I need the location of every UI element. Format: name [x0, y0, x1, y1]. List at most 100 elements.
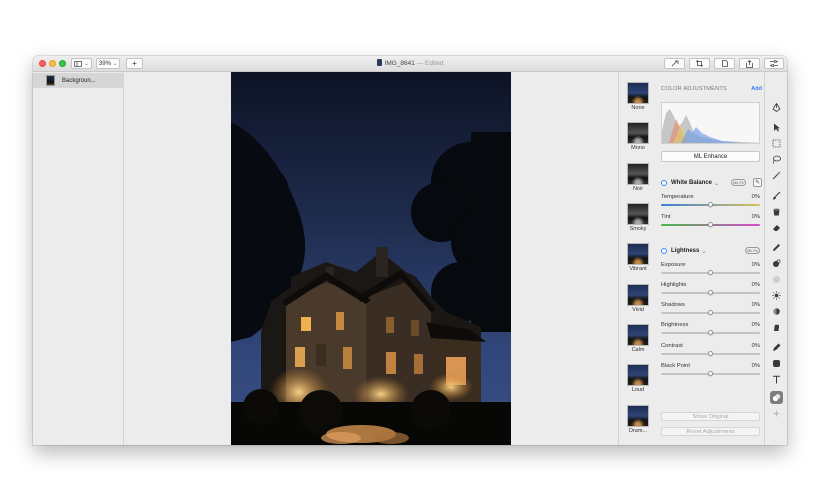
- canvas-area[interactable]: [124, 72, 618, 445]
- color-adjust-icon[interactable]: [770, 391, 783, 404]
- preset-vibrant[interactable]: Vibrant: [627, 243, 649, 272]
- slider-label: Black Point: [661, 363, 690, 369]
- blur-icon[interactable]: [770, 273, 783, 286]
- burn-icon[interactable]: [770, 305, 783, 318]
- slider-knob[interactable]: [708, 202, 713, 207]
- lightness-toggle[interactable]: [661, 248, 667, 254]
- white-balance-title: White Balance: [671, 180, 713, 186]
- layer-name: Backgroun...: [62, 77, 96, 84]
- share-button[interactable]: [739, 58, 760, 69]
- preset-loud[interactable]: Loud: [627, 364, 649, 393]
- slider-label: Temperature: [661, 194, 694, 200]
- pencil-icon[interactable]: [770, 241, 783, 254]
- preset-thumbnail: [627, 163, 649, 185]
- preset-label: Mono: [631, 145, 645, 151]
- brush-icon: [671, 60, 678, 67]
- preset-thumbnail: [627, 364, 649, 386]
- exposure-slider[interactable]: Exposure 0%: [661, 262, 762, 279]
- preset-smoky[interactable]: Smoky: [627, 203, 649, 232]
- preset-thumbnail: [627, 405, 649, 427]
- slider-knob[interactable]: [708, 330, 713, 335]
- slider-knob[interactable]: [708, 310, 713, 315]
- slider-value: 0%: [751, 262, 760, 268]
- sparkle-icon[interactable]: [770, 407, 783, 420]
- slider-knob[interactable]: [708, 222, 713, 227]
- brush-icon[interactable]: [770, 189, 783, 202]
- ml-fx-button[interactable]: ML Fx: [745, 247, 760, 254]
- photo-scene: [231, 122, 511, 445]
- ml-fx-button[interactable]: ML Fx: [731, 179, 746, 186]
- preset-thumbnail: [627, 243, 649, 265]
- preset-label: Vibrant: [629, 266, 647, 272]
- share-icon: [746, 59, 753, 68]
- eyedropper-icon[interactable]: ✎: [753, 178, 762, 187]
- preset-vivid[interactable]: Vivid: [627, 284, 649, 313]
- lightness-title: Lightness: [671, 248, 700, 254]
- magic-wand-icon[interactable]: [770, 169, 783, 182]
- ml-enhance-button[interactable]: ML Enhance: [661, 151, 760, 162]
- smudge-icon[interactable]: [770, 321, 783, 334]
- slider-label: Highlights: [661, 282, 687, 288]
- slider-value: 0%: [751, 302, 760, 308]
- pen-nib-icon[interactable]: [770, 101, 783, 114]
- tools-palette: [764, 72, 787, 445]
- brightness-slider[interactable]: Brightness 0%: [661, 322, 762, 339]
- adjustments-panel: None Mono Noir Smoky Vibrant Vivid Calm …: [618, 72, 764, 445]
- slider-value: 0%: [751, 343, 760, 349]
- bucket-icon[interactable]: [770, 205, 783, 218]
- preset-dramatic[interactable]: Dram...: [627, 405, 649, 434]
- arrow-pointer-icon[interactable]: [770, 121, 783, 134]
- contrast-slider[interactable]: Contrast 0%: [661, 343, 762, 360]
- color-adjustments: COLOR ADJUSTMENTS Add ML Enhance White B…: [661, 72, 762, 445]
- slider-knob[interactable]: [708, 351, 713, 356]
- eraser-icon[interactable]: [770, 221, 783, 234]
- white-balance-toggle[interactable]: [661, 180, 667, 186]
- preset-none[interactable]: None: [627, 82, 649, 111]
- title-bar: ⌄ 39% ⌄ + IMG_8641 — Edited: [33, 56, 787, 72]
- preset-thumbnail: [627, 203, 649, 225]
- slider-value: 0%: [751, 194, 760, 200]
- lightness-header[interactable]: Lightness ⌄ ML Fx: [661, 246, 762, 256]
- preset-label: Noir: [632, 186, 644, 192]
- clone-icon[interactable]: [770, 257, 783, 270]
- layer-row[interactable]: Backgroun...: [33, 73, 124, 88]
- slider-knob[interactable]: [708, 270, 713, 275]
- preset-mono[interactable]: Mono: [627, 122, 649, 151]
- reset-adjustments-button[interactable]: Reset Adjustments: [661, 427, 760, 436]
- highlights-slider[interactable]: Highlights 0%: [661, 282, 762, 299]
- preset-thumbnail: [627, 284, 649, 306]
- preset-noir[interactable]: Noir: [627, 163, 649, 192]
- black-point-slider[interactable]: Black Point 0%: [661, 363, 762, 380]
- temperature-slider[interactable]: Temperature 0%: [661, 194, 762, 211]
- slider-knob[interactable]: [708, 371, 713, 376]
- slider-label: Tint: [661, 214, 671, 220]
- brush-tool-button[interactable]: [664, 58, 685, 69]
- document-icon: [376, 59, 382, 66]
- edited-status: — Edited: [416, 60, 444, 67]
- slider-knob[interactable]: [708, 290, 713, 295]
- preset-calm[interactable]: Calm: [627, 324, 649, 353]
- adjustments-button[interactable]: [764, 58, 784, 69]
- preset-label: Vivid: [632, 307, 644, 313]
- slider-value: 0%: [751, 322, 760, 328]
- shadows-slider[interactable]: Shadows 0%: [661, 302, 762, 319]
- slider-label: Exposure: [661, 262, 686, 268]
- show-original-button[interactable]: Show Original: [661, 412, 760, 421]
- preset-thumbnail: [627, 324, 649, 346]
- white-balance-header[interactable]: White Balance ⌄ ML Fx ✎: [661, 178, 762, 188]
- pen-icon[interactable]: [770, 341, 783, 354]
- lasso-icon[interactable]: [770, 153, 783, 166]
- tint-slider[interactable]: Tint 0%: [661, 214, 762, 231]
- slider-value: 0%: [751, 363, 760, 369]
- text-icon[interactable]: [770, 373, 783, 386]
- rect-select-icon[interactable]: [770, 137, 783, 150]
- shapes-button[interactable]: [714, 58, 735, 69]
- add-adjustment-button[interactable]: Add: [751, 86, 762, 92]
- shape-icon[interactable]: [770, 357, 783, 370]
- chevron-down-icon: ⌄: [714, 180, 720, 187]
- preset-label: None: [631, 105, 645, 111]
- photo-image[interactable]: [231, 72, 511, 445]
- sun-icon[interactable]: [770, 289, 783, 302]
- sliders-icon: [770, 60, 778, 67]
- crop-button[interactable]: [689, 58, 710, 69]
